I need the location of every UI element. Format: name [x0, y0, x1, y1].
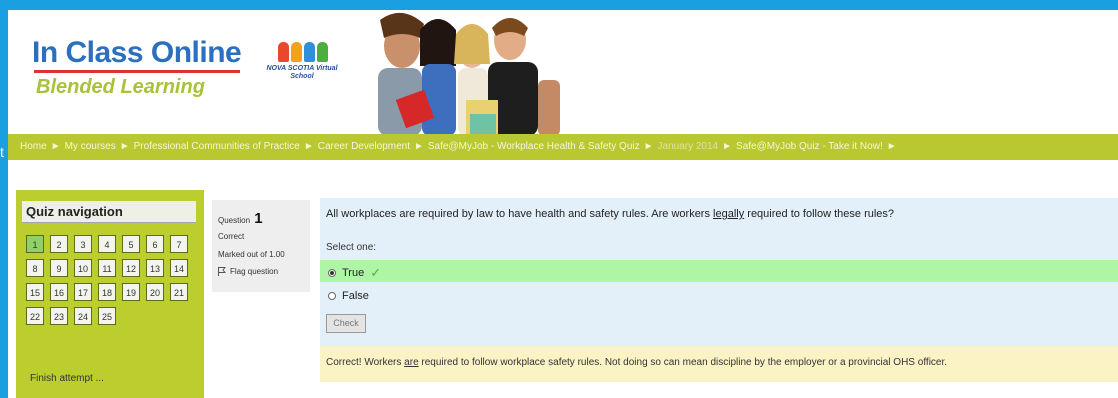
- breadcrumb-january[interactable]: January 2014: [658, 141, 719, 152]
- breadcrumb-bar: Home ► My courses ► Professional Communities…: [8, 134, 1118, 160]
- check-button[interactable]: Check: [326, 314, 366, 333]
- question-text-part: required to follow these rules?: [744, 208, 895, 220]
- quiz-nav-button[interactable]: 6: [146, 235, 164, 253]
- question-number: 1: [254, 210, 263, 227]
- quiz-navigation-title: Quiz navigation: [22, 201, 196, 223]
- students-banner-image: [360, 10, 570, 136]
- option-false[interactable]: False: [328, 290, 369, 302]
- correct-answer-highlight: [320, 260, 1118, 282]
- checkmark-icon: ✓: [370, 265, 382, 280]
- breadcrumb-separator-icon: ►: [643, 141, 654, 152]
- quiz-question-grid: 1 2 3 4 5 6 7 8 9 10 11 12 13 14 15 16 17 18 19 20 21 22 23 24 2…: [26, 235, 196, 325]
- breadcrumb-separator-icon: ►: [119, 141, 130, 152]
- breadcrumb-home[interactable]: Home: [20, 141, 47, 152]
- quiz-nav-button[interactable]: 20: [146, 283, 164, 301]
- quiz-nav-button[interactable]: 1: [26, 235, 44, 253]
- breadcrumb-separator-icon: ►: [722, 141, 733, 152]
- finish-attempt-link[interactable]: Finish attempt ...: [30, 373, 104, 384]
- quiz-nav-button[interactable]: 14: [170, 259, 188, 277]
- breadcrumb-separator-icon: ►: [303, 141, 314, 152]
- quiz-nav-button[interactable]: 23: [50, 307, 68, 325]
- option-true[interactable]: True ✓: [328, 265, 381, 281]
- logo-underline: [34, 70, 240, 73]
- quiz-nav-button[interactable]: 18: [98, 283, 116, 301]
- quiz-nav-button[interactable]: 3: [74, 235, 92, 253]
- quiz-nav-button[interactable]: 21: [170, 283, 188, 301]
- feedback-text: Correct! Workers are required to follow …: [326, 357, 947, 368]
- quiz-navigation-block: Quiz navigation 1 2 3 4 5 6 7 8 9 10 11 12 13 14 15 16 1…: [16, 190, 204, 398]
- question-text-part: All workplaces are required by law to ha…: [326, 208, 714, 220]
- quiz-nav-button[interactable]: 8: [26, 259, 44, 277]
- breadcrumb-professional-communities[interactable]: Professional Communities of Practice: [134, 141, 300, 152]
- question-text-emphasis: legally: [713, 208, 745, 220]
- quiz-nav-button[interactable]: 10: [74, 259, 92, 277]
- question-content: All workplaces are required by law to ha…: [320, 198, 1118, 346]
- partner-logo: NOVA SCOTIA Virtual School: [266, 42, 338, 100]
- question-mark: Marked out of 1.00: [218, 250, 285, 259]
- question-label-text: Question: [218, 216, 251, 225]
- breadcrumb-career-development[interactable]: Career Development: [318, 141, 410, 152]
- breadcrumb: Home ► My courses ► Professional Communities…: [20, 141, 901, 152]
- quiz-nav-button[interactable]: 19: [122, 283, 140, 301]
- quiz-nav-button[interactable]: 12: [122, 259, 140, 277]
- partner-logo-figures-icon: [278, 42, 338, 62]
- quiz-nav-button[interactable]: 7: [170, 235, 188, 253]
- breadcrumb-separator-icon: ►: [413, 141, 424, 152]
- edge-fragment-text: t: [0, 144, 4, 160]
- feedback-text-part: required to follow workplace safety rule…: [418, 357, 948, 368]
- breadcrumb-take-quiz[interactable]: Safe@MyJob Quiz - Take it Now!: [736, 141, 883, 152]
- question-text: All workplaces are required by law to ha…: [326, 208, 894, 220]
- select-one-prompt: Select one:: [326, 242, 377, 253]
- question-state: Correct: [218, 232, 245, 241]
- feedback-emphasis: are: [404, 357, 419, 368]
- partner-logo-text: NOVA SCOTIA Virtual School: [266, 65, 338, 80]
- quiz-nav-button[interactable]: 15: [26, 283, 44, 301]
- breadcrumb-separator-icon: ►: [886, 141, 897, 152]
- question-info: Question 1 Correct Marked out of 1.00 Fl…: [212, 200, 310, 292]
- feedback-text-part: Correct! Workers: [326, 357, 405, 368]
- option-true-radio[interactable]: [328, 269, 336, 277]
- breadcrumb-my-courses[interactable]: My courses: [65, 141, 116, 152]
- question-label: Question 1: [218, 210, 263, 227]
- flag-question-link[interactable]: Flag question: [218, 267, 279, 277]
- quiz-nav-button[interactable]: 24: [74, 307, 92, 325]
- quiz-nav-button[interactable]: 22: [26, 307, 44, 325]
- site-logo-subtitle: Blended Learning: [36, 76, 205, 98]
- quiz-nav-button[interactable]: 11: [98, 259, 116, 277]
- option-false-label: False: [342, 290, 369, 302]
- quiz-nav-button[interactable]: 13: [146, 259, 164, 277]
- quiz-nav-button[interactable]: 9: [50, 259, 68, 277]
- option-true-label: True: [342, 267, 365, 279]
- breadcrumb-quiz-course[interactable]: Safe@MyJob - Workplace Health & Safety Q…: [428, 141, 640, 152]
- feedback-box: Correct! Workers are required to follow …: [320, 346, 1118, 382]
- flag-question-label: Flag question: [230, 267, 279, 276]
- option-false-radio[interactable]: [328, 292, 336, 300]
- quiz-nav-button[interactable]: 17: [74, 283, 92, 301]
- site-logo-title[interactable]: In Class Online: [32, 36, 242, 70]
- quiz-nav-button[interactable]: 5: [122, 235, 140, 253]
- quiz-nav-button[interactable]: 16: [50, 283, 68, 301]
- page: In Class Online Blended Learning NOVA SC…: [8, 10, 1118, 398]
- quiz-nav-button[interactable]: 25: [98, 307, 116, 325]
- flag-icon: [218, 267, 226, 277]
- breadcrumb-separator-icon: ►: [50, 141, 61, 152]
- quiz-nav-button[interactable]: 2: [50, 235, 68, 253]
- quiz-nav-button[interactable]: 4: [98, 235, 116, 253]
